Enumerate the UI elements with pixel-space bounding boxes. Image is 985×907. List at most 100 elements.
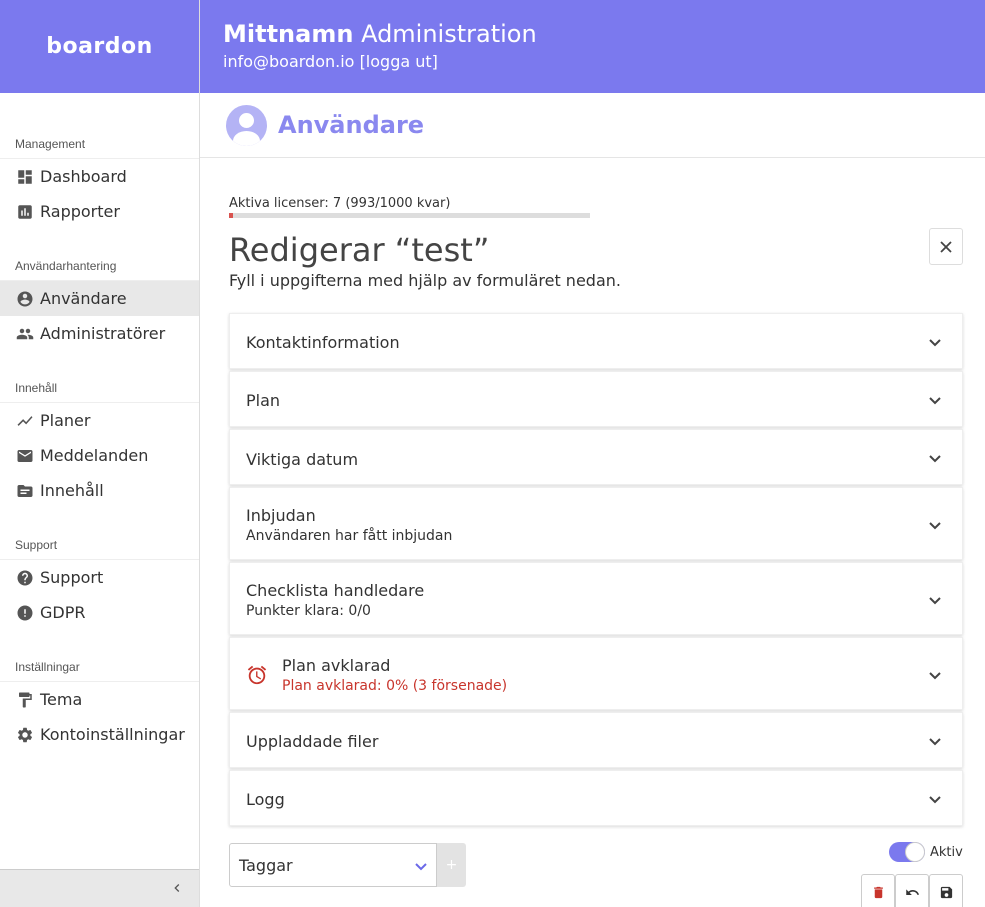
- sidebar-item-label: Tema: [40, 690, 83, 709]
- user-circle-icon: [16, 290, 34, 308]
- page-header: Användare: [200, 93, 985, 158]
- trash-icon: [873, 886, 883, 898]
- collapse-sidebar-chevron-icon[interactable]: [169, 880, 185, 896]
- dashboard-icon: [16, 168, 34, 186]
- sidebar-item-dashboard[interactable]: Dashboard: [0, 159, 199, 194]
- panel-inbjudan[interactable]: Inbjudan Användaren har fått inbjudan: [229, 487, 963, 560]
- panel-title: Plan: [246, 391, 281, 410]
- close-icon: [940, 240, 952, 253]
- sidebar-item-gdpr[interactable]: GDPR: [0, 595, 199, 630]
- nav-section-innehall: Innehåll: [0, 374, 199, 403]
- help-circle-icon: [16, 569, 34, 587]
- chevron-down-icon: [928, 593, 942, 607]
- close-button[interactable]: [929, 228, 963, 265]
- chevron-down-icon: [928, 734, 942, 748]
- folder-icon: [16, 482, 34, 500]
- tags-placeholder: Taggar: [239, 855, 293, 875]
- header-title-suffix: Administration: [353, 20, 537, 48]
- nav-section-management: Management: [0, 130, 199, 159]
- sidebar-item-label: Administratörer: [40, 324, 166, 343]
- group-icon: [16, 325, 34, 343]
- chevron-down-icon: [928, 668, 942, 682]
- sidebar-footer: [0, 869, 199, 907]
- delete-button[interactable]: [861, 874, 895, 907]
- chevron-down-icon: [928, 451, 942, 465]
- sidebar-item-anvandare[interactable]: Användare: [0, 281, 199, 316]
- chevron-down-icon: [928, 518, 942, 532]
- nav-section-support: Support: [0, 531, 199, 560]
- org-name: Mittnamn: [223, 20, 354, 48]
- sidebar-item-rapporter[interactable]: Rapporter: [0, 194, 199, 229]
- gear-icon: [16, 726, 34, 744]
- panel-title: Plan avklarad: [282, 656, 391, 675]
- alarm-clock-icon: [246, 664, 268, 686]
- logout-link[interactable]: [logga ut]: [360, 52, 438, 71]
- chevron-down-icon: [928, 393, 942, 407]
- save-button[interactable]: [929, 874, 963, 907]
- panel-plan-avklarad[interactable]: Plan avklarad Plan avklarad: 0% (3 förse…: [229, 637, 963, 710]
- sidebar-item-tema[interactable]: Tema: [0, 682, 199, 717]
- account-email: info@boardon.io: [223, 52, 355, 71]
- sidebar-item-innehall[interactable]: Innehåll: [0, 473, 199, 508]
- panel-viktiga-datum[interactable]: Viktiga datum: [229, 429, 963, 485]
- sidebar-item-label: Dashboard: [40, 167, 127, 186]
- panel-title: Logg: [246, 790, 285, 809]
- license-progress-fill: [229, 213, 234, 218]
- panel-uppladdade-filer[interactable]: Uppladdade filer: [229, 712, 963, 768]
- sidebar-item-label: Rapporter: [40, 202, 120, 221]
- nav-section-installningar: Inställningar: [0, 653, 199, 682]
- header-account: info@boardon.io [logga ut]: [223, 52, 985, 71]
- sidebar-item-meddelanden[interactable]: Meddelanden: [0, 438, 199, 473]
- sidebar-item-support[interactable]: Support: [0, 560, 199, 595]
- panel-kontaktinformation[interactable]: Kontaktinformation: [229, 313, 963, 369]
- top-header: Mittnamn Administration info@boardon.io …: [200, 0, 985, 93]
- sidebar-item-label: Användare: [40, 289, 127, 308]
- panel-checklista-handledare[interactable]: Checklista handledare Punkter klara: 0/0: [229, 562, 963, 635]
- sidebar-item-label: Planer: [40, 411, 91, 430]
- sidebar-item-label: Kontoinställningar: [40, 725, 185, 744]
- undo-icon: [905, 888, 919, 895]
- mail-icon: [16, 447, 34, 465]
- chevron-down-icon: [414, 859, 428, 873]
- panel-plan[interactable]: Plan: [229, 371, 963, 427]
- panel-logg[interactable]: Logg: [229, 770, 963, 826]
- panel-title: Kontaktinformation: [246, 333, 400, 352]
- paint-roller-icon: [16, 691, 34, 709]
- boardon-logo[interactable]: boardon: [46, 34, 153, 59]
- toggle-knob: [905, 842, 925, 862]
- sidebar-item-administratorer[interactable]: Administratörer: [0, 316, 199, 351]
- panel-title: Checklista handledare: [246, 581, 425, 600]
- add-tag-button[interactable]: +: [437, 843, 466, 887]
- logo-area: boardon: [0, 0, 199, 93]
- edit-subtitle: Fyll i uppgifterna med hjälp av formulär…: [229, 271, 621, 290]
- header-title: Mittnamn Administration: [223, 20, 985, 48]
- trend-line-icon: [16, 412, 34, 430]
- panel-title: Inbjudan: [246, 506, 316, 525]
- nav-section-anvandarhantering: Användarhantering: [0, 252, 199, 281]
- edit-title: Redigerar “test”: [229, 231, 490, 269]
- user-avatar-icon: [226, 104, 267, 146]
- active-toggle-label: Aktiv: [930, 845, 963, 860]
- panel-subtitle: Punkter klara: 0/0: [246, 603, 371, 619]
- panel-subtitle-warning: Plan avklarad: 0% (3 försenade): [282, 678, 508, 694]
- chevron-down-icon: [928, 335, 942, 349]
- page-title: Användare: [278, 111, 425, 139]
- sidebar-item-label: Innehåll: [40, 481, 104, 500]
- panel-title: Uppladdade filer: [246, 732, 379, 751]
- sidebar-item-kontoinstallningar[interactable]: Kontoinställningar: [0, 717, 199, 752]
- sidebar-item-label: Support: [40, 568, 104, 587]
- chevron-down-icon: [928, 792, 942, 806]
- sidebar: boardon Management Dashboard Rapporter A…: [0, 0, 200, 907]
- sidebar-item-label: Meddelanden: [40, 446, 149, 465]
- license-count: Aktiva licenser: 7 (993/1000 kvar): [229, 196, 451, 211]
- active-toggle[interactable]: [889, 842, 925, 862]
- panel-title: Viktiga datum: [246, 450, 359, 469]
- alert-circle-icon: [16, 604, 34, 622]
- tags-select[interactable]: Taggar: [229, 843, 437, 887]
- floppy-disk-icon: [940, 886, 952, 898]
- undo-button[interactable]: [895, 874, 929, 907]
- panel-subtitle: Användaren har fått inbjudan: [246, 528, 453, 544]
- sidebar-item-planer[interactable]: Planer: [0, 403, 199, 438]
- license-progress-bar: [229, 213, 590, 218]
- sidebar-item-label: GDPR: [40, 603, 86, 622]
